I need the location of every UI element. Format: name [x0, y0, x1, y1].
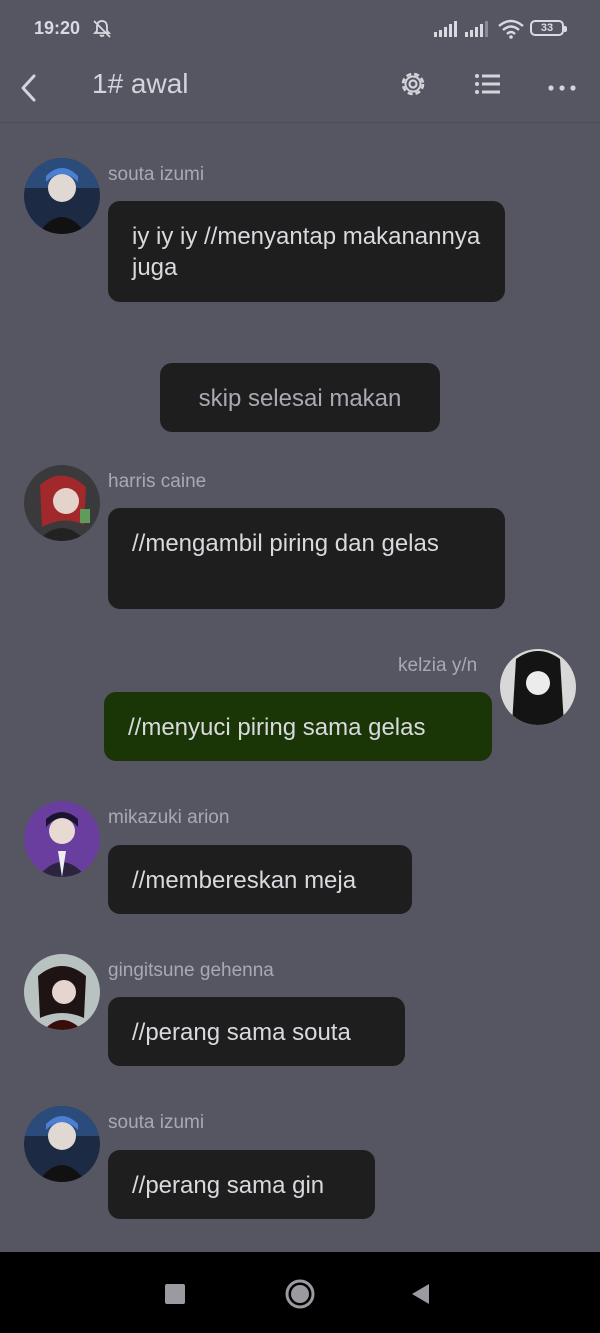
sender-name: harris caine [108, 471, 207, 492]
gear-icon[interactable] [395, 66, 431, 102]
sender-name: gingitsune gehenna [108, 960, 274, 981]
list-icon[interactable] [470, 66, 506, 102]
signal-icon [434, 21, 457, 37]
square-icon[interactable] [163, 1282, 187, 1306]
own-message-bubble[interactable]: //menyuci piring sama gelas [104, 692, 492, 761]
wifi-icon [498, 19, 524, 39]
system-message: skip selesai makan [160, 363, 440, 432]
avatar[interactable] [24, 801, 100, 877]
status-time: 19:20 [34, 18, 81, 38]
bell-off-icon [92, 20, 112, 38]
avatar[interactable] [24, 1106, 100, 1182]
avatar[interactable] [24, 465, 100, 541]
status-bar: 19:20 33 [0, 0, 600, 58]
avatar[interactable] [24, 158, 100, 234]
page-title: 1# awal [92, 68, 189, 99]
message-bubble[interactable]: //perang sama souta [108, 997, 405, 1066]
more-icon[interactable] [545, 66, 581, 102]
battery-icon: 33 [530, 20, 567, 36]
circle-icon[interactable] [284, 1278, 316, 1310]
avatar[interactable] [500, 649, 576, 725]
chat-header: 1# awal [0, 58, 600, 123]
sender-name: souta izumi [108, 164, 205, 185]
sender-name: souta izumi [108, 1112, 205, 1133]
message-bubble[interactable]: iy iy iy //menyantap makanannya juga [108, 201, 505, 302]
back-icon[interactable] [14, 66, 44, 106]
signal-icon [465, 21, 488, 37]
sender-name: mikazuki arion [108, 807, 230, 828]
message-bubble[interactable]: //membereskan meja [108, 845, 412, 914]
triangle-back-icon[interactable] [409, 1282, 433, 1306]
message-bubble[interactable]: //perang sama gin [108, 1150, 375, 1219]
navigation-bar [0, 1252, 600, 1333]
avatar[interactable] [24, 954, 100, 1030]
message-bubble[interactable]: //mengambil piring dan gelas [108, 508, 505, 609]
sender-name: kelzia y/n [398, 655, 478, 676]
